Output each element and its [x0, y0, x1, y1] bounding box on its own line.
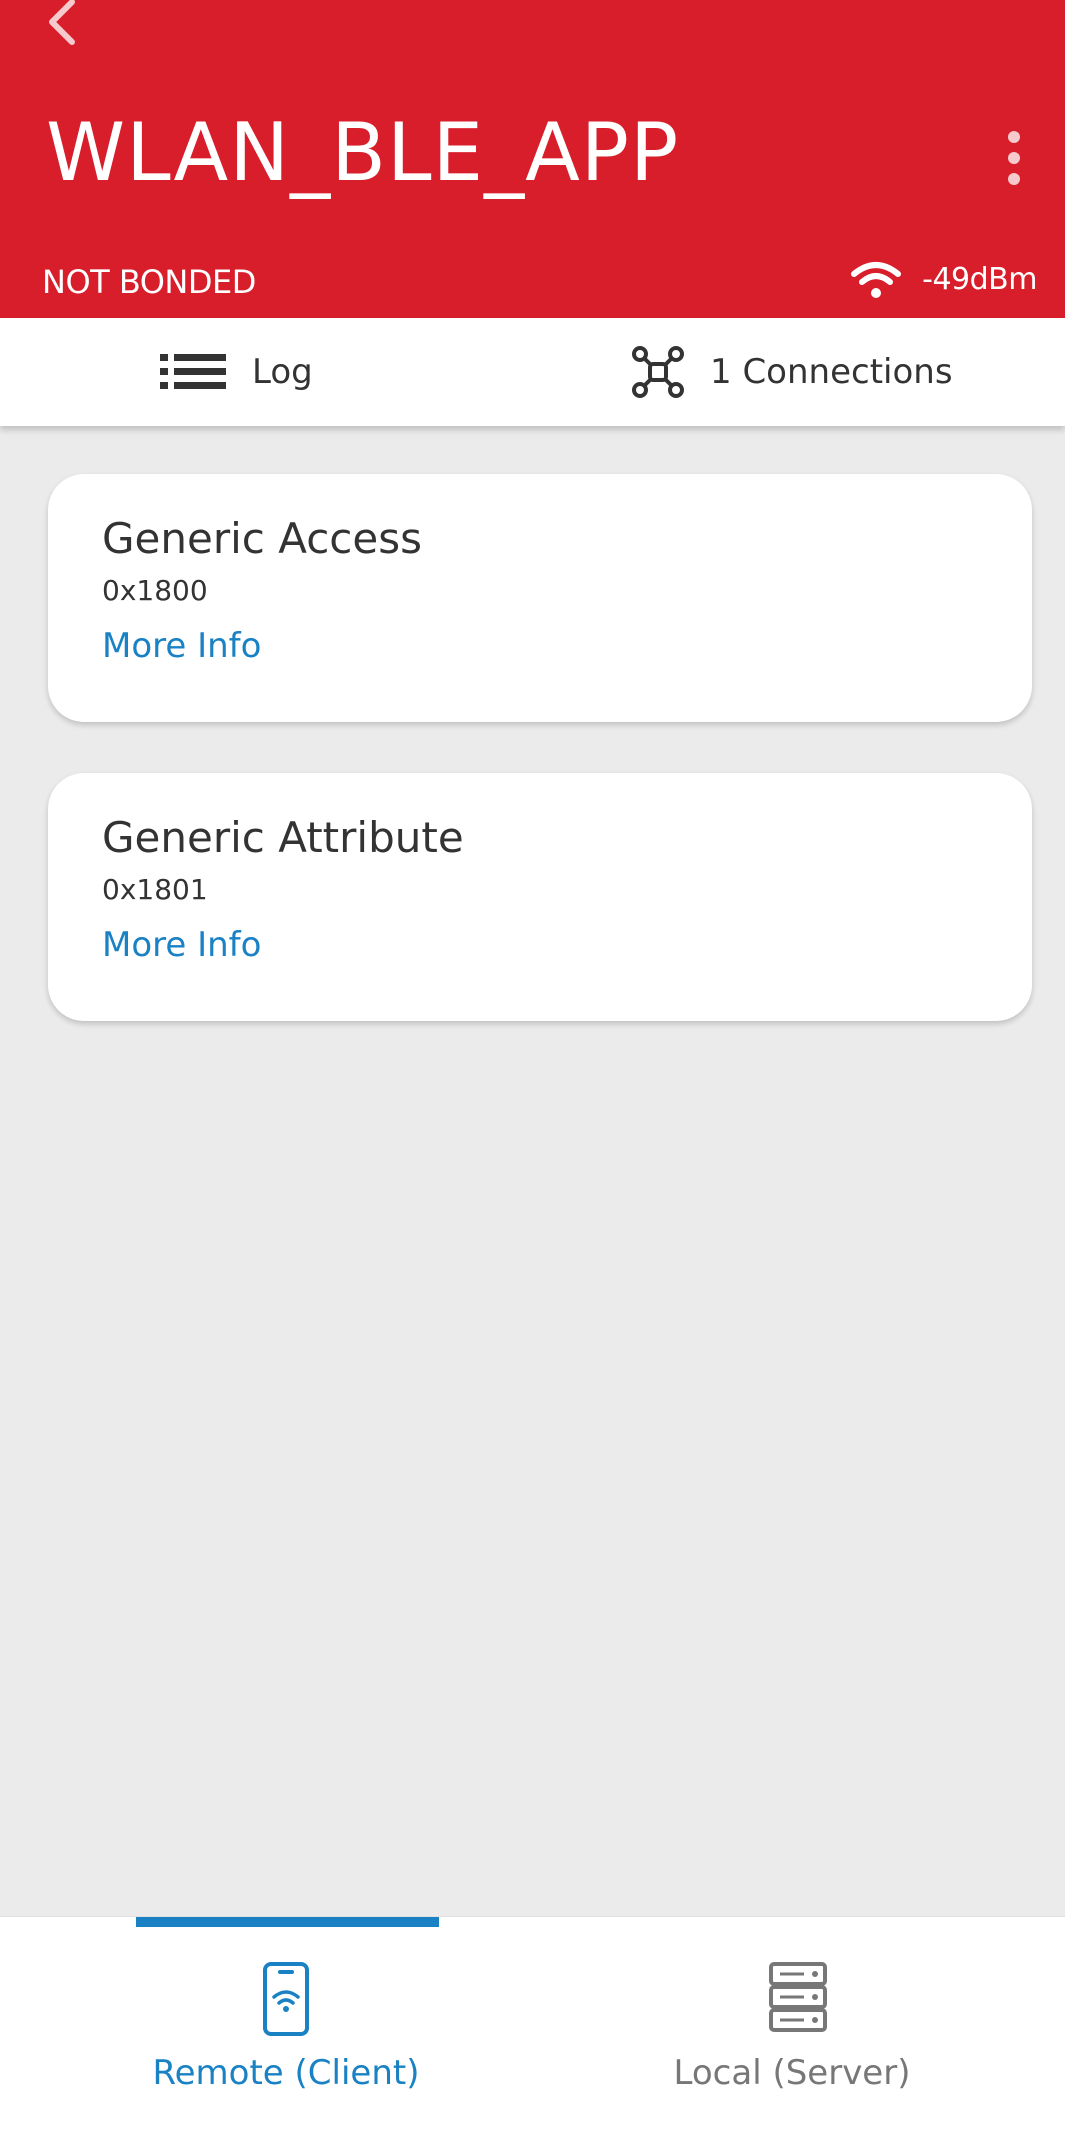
tab-log-label: Log [252, 352, 313, 392]
more-info-link[interactable]: More Info [102, 626, 261, 666]
network-icon [632, 346, 684, 398]
more-menu-button[interactable] [996, 128, 1032, 188]
service-uuid: 0x1801 [102, 873, 208, 906]
service-uuid: 0x1800 [102, 574, 208, 607]
rssi-indicator: -49dBm [850, 260, 1037, 300]
service-card[interactable]: Generic Access 0x1800 More Info [48, 474, 1032, 722]
tab-connections-label: 1 Connections [710, 352, 953, 392]
back-button[interactable] [42, 0, 92, 50]
server-icon [769, 1962, 827, 2032]
wifi-icon [851, 262, 902, 298]
page-title: WLAN_BLE_APP [46, 106, 680, 199]
nav-remote-client-label: Remote (Client) [152, 2053, 420, 2093]
bond-status: NOT BONDED [42, 263, 256, 301]
rssi-value: -49dBm [922, 262, 1037, 297]
service-name: Generic Access [102, 514, 423, 563]
more-vertical-icon [1008, 131, 1020, 185]
nav-local-server[interactable]: Local (Server) [592, 1917, 992, 2129]
list-icon [160, 354, 226, 389]
bottom-nav: Remote (Client) Local (Server) [0, 1916, 1065, 2129]
service-card[interactable]: Generic Attribute 0x1801 More Info [48, 773, 1032, 1021]
tab-bar: Log 1 Connections [0, 318, 1065, 426]
app-bar: WLAN_BLE_APP NOT BONDED -49dBm [0, 0, 1065, 318]
more-info-link[interactable]: More Info [102, 925, 261, 965]
chevron-left-icon [49, 0, 75, 45]
nav-remote-client[interactable]: Remote (Client) [86, 1917, 486, 2129]
tab-connections[interactable]: 1 Connections [632, 318, 953, 426]
service-name: Generic Attribute [102, 813, 464, 862]
phone-wifi-icon [263, 1962, 309, 2036]
tab-log[interactable]: Log [160, 318, 313, 426]
nav-local-server-label: Local (Server) [673, 2053, 911, 2093]
